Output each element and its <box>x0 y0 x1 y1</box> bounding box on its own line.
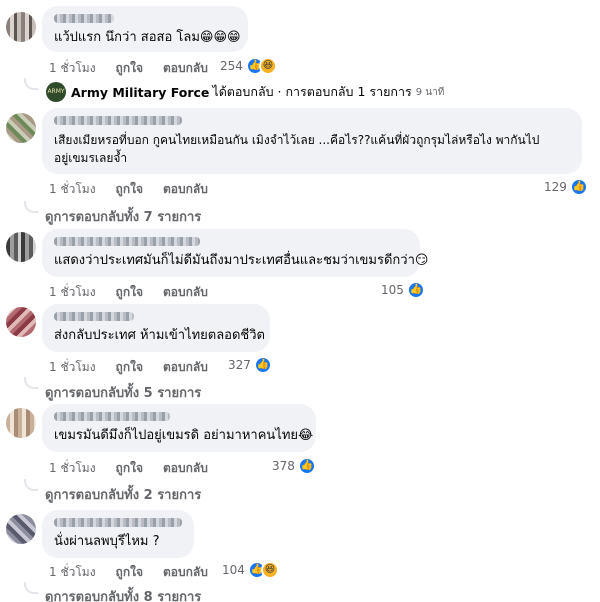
commenter-avatar[interactable] <box>6 12 36 42</box>
view-replies-link[interactable]: ดูการตอบกลับทั้ง 5 รายการ <box>45 382 201 403</box>
comment-time[interactable]: 1 ชั่วโมง <box>49 563 96 582</box>
reaction-count[interactable]: 378 👍 <box>272 457 316 475</box>
comment-text: แว้ปแรก นึกว่า สอสอ โลม😁😁😁 <box>54 30 241 45</box>
page-avatar[interactable]: ARMY <box>46 82 66 102</box>
reply-thread-connector <box>24 78 38 90</box>
reaction-count[interactable]: 327 👍 <box>228 356 272 374</box>
reaction-number: 105 <box>381 283 404 297</box>
commenter-name-redacted[interactable] <box>54 518 182 527</box>
commenter-avatar[interactable] <box>6 113 36 143</box>
comment-bubble: แสดงว่าประเทศมันก็ไม่ดีมันถึงมาประเทศอื่… <box>42 229 429 277</box>
view-replies-link[interactable]: ดูการตอบกลับทั้ง 8 รายการ <box>45 586 201 602</box>
comment-bubble: เขมรมันดีมึงก็ไปอยู่เขมรดิ อย่ามาหาคนไทย… <box>42 404 316 452</box>
reply-thread-connector <box>24 582 38 594</box>
comment-bubble: นั่งผ่านลพบุรีไหม ? <box>42 510 194 558</box>
reply-thread-connector <box>24 201 38 213</box>
like-reaction-icon: 👍 <box>297 457 316 475</box>
haha-reaction-icon: 😆 <box>260 561 279 579</box>
like-reaction-icon: 👍 <box>406 281 425 299</box>
like-button[interactable]: ถูกใจ <box>116 180 143 199</box>
comment-actions: 1 ชั่วโมง ถูกใจ ตอบกลับ <box>49 283 208 302</box>
like-button[interactable]: ถูกใจ <box>116 358 143 377</box>
page-reply-label: ได้ตอบกลับ · การตอบกลับ 1 รายการ <box>212 84 412 99</box>
reaction-count[interactable]: 105 👍 <box>381 281 425 299</box>
comment-bubble: แว้ปแรก นึกว่า สอสอ โลม😁😁😁 <box>42 6 248 52</box>
reply-thread-connector <box>24 377 38 389</box>
comment-actions: 1 ชั่วโมง ถูกใจ ตอบกลับ <box>49 459 208 478</box>
reply-button[interactable]: ตอบกลับ <box>163 563 208 582</box>
haha-reaction-icon: 😆 <box>258 57 277 75</box>
reaction-number: 378 <box>272 459 295 473</box>
page-reply-summary[interactable]: ARMY Army Military Force ได้ตอบกลับ · กา… <box>46 82 444 102</box>
comment-bubble: ส่งกลับประเทศ ห้ามเข้าไทยตลอดชีวิต <box>42 304 270 352</box>
like-button[interactable]: ถูกใจ <box>116 283 143 302</box>
reply-button[interactable]: ตอบกลับ <box>163 283 208 302</box>
comment-time[interactable]: 1 ชั่วโมง <box>49 358 96 377</box>
comment-bubble: เสียงเมียหรอที่บอก กูคนไทยเหมือนกัน เมิง… <box>42 108 582 174</box>
commenter-avatar[interactable] <box>6 408 36 438</box>
reaction-number: 327 <box>228 358 251 372</box>
comment-actions: 1 ชั่วโมง ถูกใจ ตอบกลับ <box>49 59 208 78</box>
commenter-name-redacted[interactable] <box>54 116 182 125</box>
comment-time[interactable]: 1 ชั่วโมง <box>49 180 96 199</box>
commenter-avatar[interactable] <box>6 232 36 262</box>
reply-button[interactable]: ตอบกลับ <box>163 59 208 78</box>
comment-time[interactable]: 1 ชั่วโมง <box>49 459 96 478</box>
comment-text-line-2: อยู่เขมรเลยจ้ำ <box>54 151 128 165</box>
comment-actions: 1 ชั่วโมง ถูกใจ ตอบกลับ <box>49 358 208 377</box>
page-reply-time: 9 นาที <box>415 86 445 98</box>
reply-button[interactable]: ตอบกลับ <box>163 459 208 478</box>
reply-button[interactable]: ตอบกลับ <box>163 180 208 199</box>
comment-time[interactable]: 1 ชั่วโมง <box>49 283 96 302</box>
commenter-name-redacted[interactable] <box>54 14 114 23</box>
reaction-count[interactable]: 104 👍 😆 <box>222 561 279 579</box>
page-name[interactable]: Army Military Force <box>71 85 209 100</box>
commenter-avatar[interactable] <box>6 307 36 337</box>
commenter-name-redacted[interactable] <box>54 237 200 246</box>
reaction-count[interactable]: 254 👍 😆 <box>220 57 277 75</box>
reaction-count[interactable]: 129 👍 <box>544 178 588 196</box>
commenter-name-redacted[interactable] <box>54 312 134 321</box>
like-button[interactable]: ถูกใจ <box>116 59 143 78</box>
comment-text: นั่งผ่านลพบุรีไหม ? <box>54 534 160 549</box>
comment-actions: 1 ชั่วโมง ถูกใจ ตอบกลับ <box>49 563 208 582</box>
reaction-number: 129 <box>544 180 567 194</box>
like-button[interactable]: ถูกใจ <box>116 459 143 478</box>
comment-time[interactable]: 1 ชั่วโมง <box>49 59 96 78</box>
reaction-number: 104 <box>222 563 245 577</box>
comment-text: เขมรมันดีมึงก็ไปอยู่เขมรดิ อย่ามาหาคนไทย… <box>54 428 314 443</box>
reply-thread-connector <box>24 479 38 491</box>
reaction-number: 254 <box>220 59 243 73</box>
comment-actions: 1 ชั่วโมง ถูกใจ ตอบกลับ <box>49 180 208 199</box>
view-replies-link[interactable]: ดูการตอบกลับทั้ง 2 รายการ <box>45 484 201 505</box>
comment-text: ส่งกลับประเทศ ห้ามเข้าไทยตลอดชีวิต <box>54 328 266 343</box>
reply-button[interactable]: ตอบกลับ <box>163 358 208 377</box>
comment-text: แสดงว่าประเทศมันก็ไม่ดีมันถึงมาประเทศอื่… <box>54 253 429 268</box>
commenter-avatar[interactable] <box>6 514 36 544</box>
comment-text-line-1: เสียงเมียหรอที่บอก กูคนไทยเหมือนกัน เมิง… <box>54 133 540 147</box>
like-button[interactable]: ถูกใจ <box>116 563 143 582</box>
commenter-name-redacted[interactable] <box>54 412 170 421</box>
like-reaction-icon: 👍 <box>253 356 272 374</box>
like-reaction-icon: 👍 <box>569 178 588 196</box>
view-replies-link[interactable]: ดูการตอบกลับทั้ง 7 รายการ <box>45 206 201 227</box>
